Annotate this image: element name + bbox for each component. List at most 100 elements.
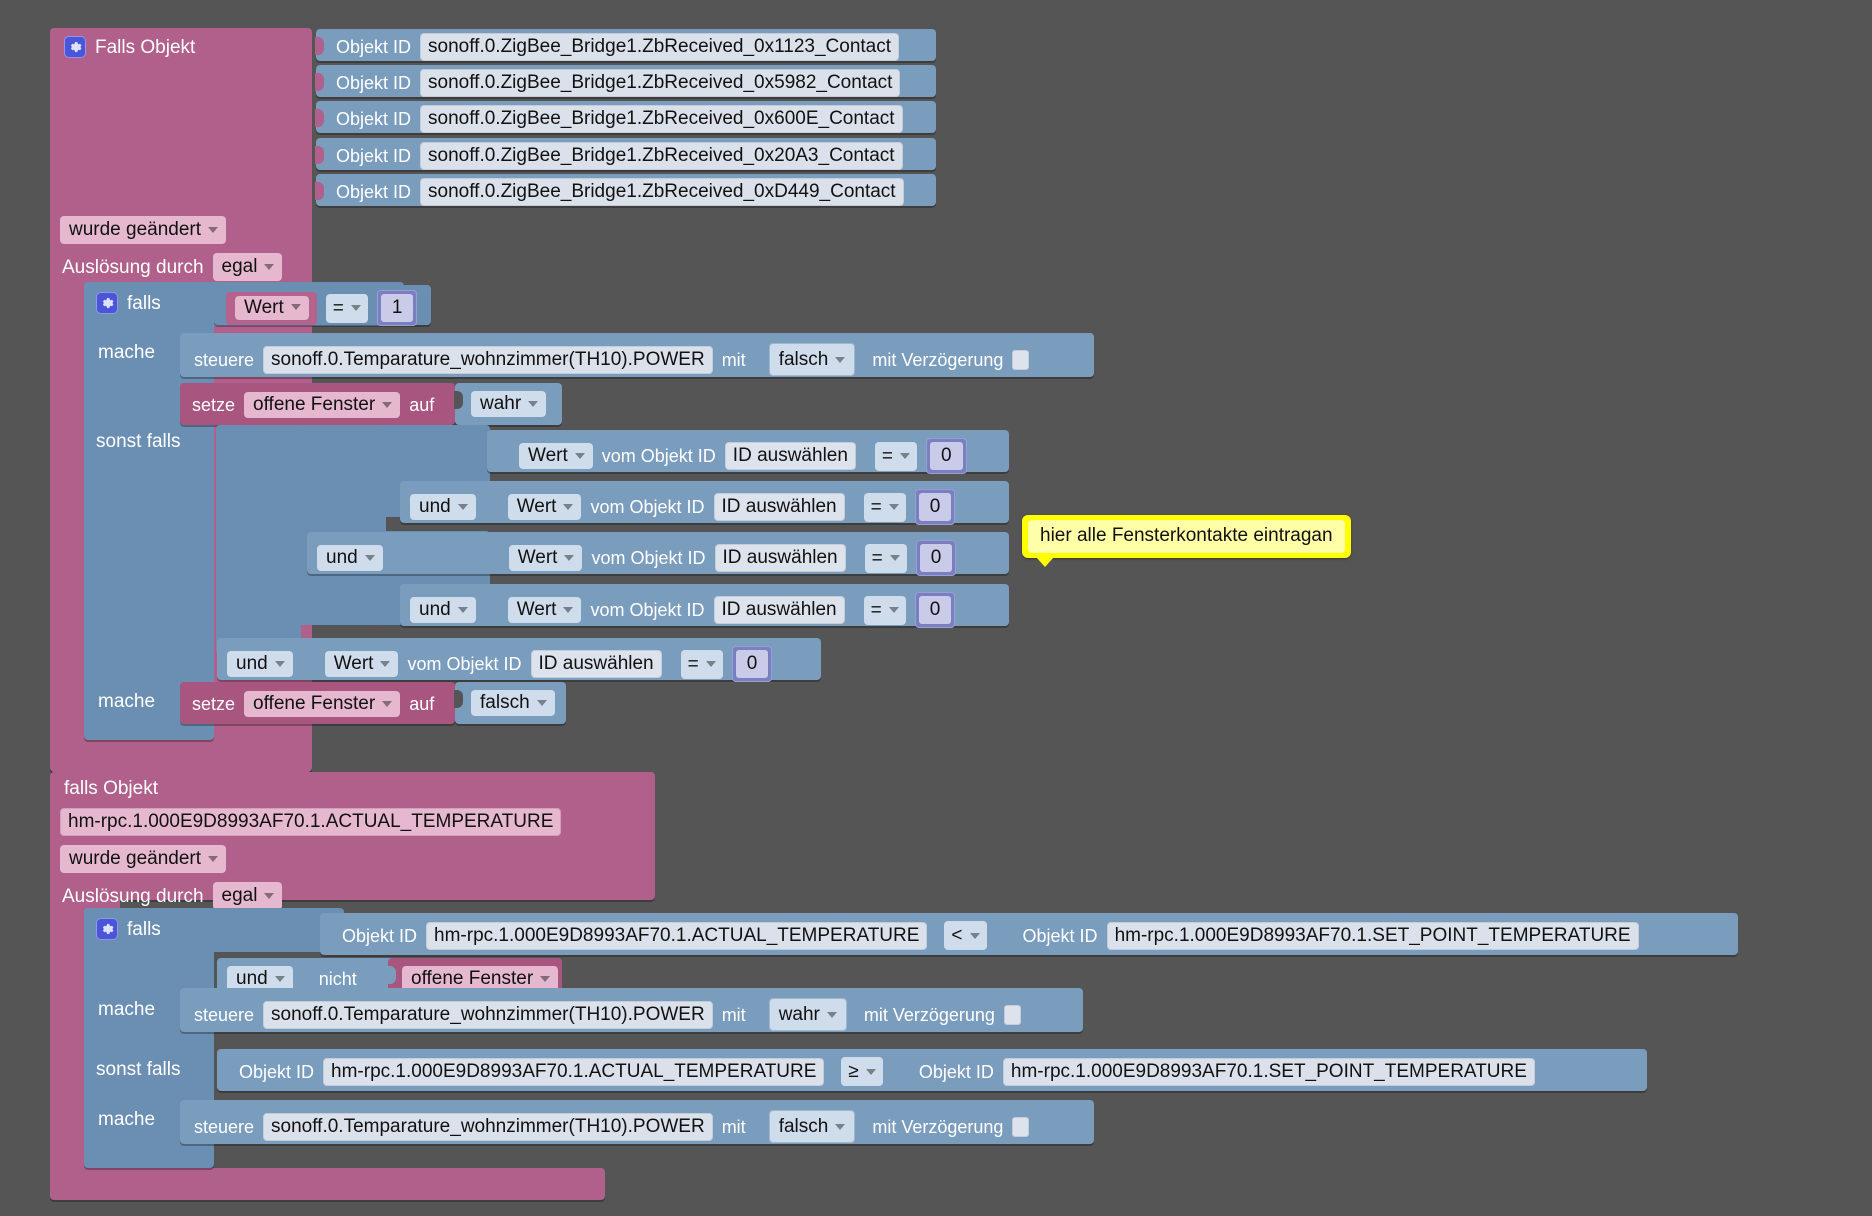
object-id-row-2[interactable]: Objekt ID sonoff.0.ZigBee_Bridge1.ZbRece… <box>315 101 936 133</box>
object-id-row-1[interactable]: Objekt ID sonoff.0.ZigBee_Bridge1.ZbRece… <box>315 65 936 97</box>
from-object-label: vom Objekt ID <box>590 600 705 620</box>
change-mode-dropdown[interactable]: wurde geändert <box>60 216 227 244</box>
object-id-value[interactable]: sonoff.0.ZigBee_Bridge1.ZbReceived_0xD44… <box>420 178 904 206</box>
operator-dropdown[interactable]: = <box>863 595 906 625</box>
number-block[interactable]: 0 <box>915 540 957 576</box>
steuere-value-dropdown[interactable]: falsch <box>768 1110 856 1143</box>
object-id-picker[interactable]: ID auswählen <box>714 544 846 572</box>
condition-compare-a[interactable]: Objekt ID hm-rpc.1.000E9D8993AF70.1.ACTU… <box>320 913 1738 955</box>
wert-dropdown[interactable]: Wert <box>226 291 317 325</box>
wert-label: Wert <box>528 445 568 466</box>
object-id-row-4[interactable]: Objekt ID sonoff.0.ZigBee_Bridge1.ZbRece… <box>315 174 936 206</box>
setze-value-2[interactable]: falsch <box>454 682 566 724</box>
number-block[interactable]: 1 <box>376 290 418 326</box>
number-value[interactable]: 0 <box>919 544 953 572</box>
gear-icon[interactable] <box>96 292 118 314</box>
object-id-row-3[interactable]: Objekt ID sonoff.0.ZigBee_Bridge1.ZbRece… <box>315 138 936 170</box>
trigger-mode-dropdown[interactable]: egal <box>212 882 283 910</box>
object-id-row-0[interactable]: Objekt ID sonoff.0.ZigBee_Bridge1.ZbRece… <box>315 29 936 61</box>
statement-steuere-3[interactable]: steuere sonoff.0.Temparature_wohnzimmer(… <box>180 1100 1094 1144</box>
number-block[interactable]: 0 <box>926 438 967 474</box>
object-id-picker[interactable]: ID auswählen <box>724 442 856 470</box>
comment-balloon[interactable]: hier alle Fensterkontakte eintragan <box>1022 515 1351 567</box>
object-id-value[interactable]: sonoff.0.ZigBee_Bridge1.ZbReceived_0x600… <box>420 105 903 133</box>
steuere-value: falsch <box>778 1116 829 1137</box>
elseif-condition-row-3[interactable]: und Wert vom Objekt ID ID auswählen = 0 <box>400 584 1009 628</box>
condition-wert-equals-1[interactable]: Wert = 1 <box>214 285 431 326</box>
wert-dropdown[interactable]: Wert <box>507 494 582 520</box>
variable-dropdown[interactable]: offene Fenster <box>244 392 401 418</box>
operator-dropdown[interactable]: = <box>325 293 368 323</box>
number-block[interactable]: 0 <box>731 646 773 682</box>
number-value[interactable]: 0 <box>930 442 963 470</box>
delay-checkbox[interactable] <box>1012 349 1030 370</box>
and-dropdown[interactable]: und <box>410 597 476 623</box>
left-object-id-value[interactable]: hm-rpc.1.000E9D8993AF70.1.ACTUAL_TEMPERA… <box>426 921 928 950</box>
operator-dropdown[interactable]: = <box>874 441 918 471</box>
gear-icon[interactable] <box>96 918 118 940</box>
setze-value-label: wahr <box>480 393 522 414</box>
wert-dropdown[interactable]: Wert <box>519 443 593 469</box>
statement-setze-2[interactable]: setze offene Fenster auf <box>180 682 455 724</box>
object-id-picker[interactable]: ID auswählen <box>713 493 845 521</box>
variable-label: offene Fenster <box>411 968 534 989</box>
object-id-value[interactable]: sonoff.0.ZigBee_Bridge1.ZbReceived_0x598… <box>420 69 901 97</box>
left-object-id-value[interactable]: hm-rpc.1.000E9D8993AF70.1.ACTUAL_TEMPERA… <box>323 1057 825 1086</box>
blockly-workspace[interactable]: Falls Objekt Objekt ID sonoff.0.ZigBee_B… <box>0 0 1872 1216</box>
object-id-value[interactable]: sonoff.0.ZigBee_Bridge1.ZbReceived_0x112… <box>420 33 900 61</box>
operator-dropdown[interactable]: < <box>944 921 987 950</box>
chevron-down-icon <box>889 555 900 561</box>
wert-dropdown[interactable]: Wert <box>507 597 582 623</box>
chevron-down-icon <box>208 226 219 233</box>
trigger-mode-dropdown[interactable]: egal <box>212 253 283 281</box>
steuere-target[interactable]: sonoff.0.Temparature_wohnzimmer(TH10).PO… <box>263 1000 713 1029</box>
setze-value-dropdown[interactable]: falsch <box>471 690 555 716</box>
variable-dropdown[interactable]: offene Fenster <box>244 691 401 717</box>
statement-setze-1[interactable]: setze offene Fenster auf <box>180 383 455 425</box>
wert-dropdown[interactable]: Wert <box>508 545 583 571</box>
operator-dropdown[interactable]: = <box>680 649 723 679</box>
steuere-value-dropdown[interactable]: wahr <box>768 998 847 1031</box>
number-block[interactable]: 0 <box>914 592 956 628</box>
elseif-condition-row-4[interactable]: und Wert vom Objekt ID ID auswählen = 0 <box>217 638 821 682</box>
steuere-target[interactable]: sonoff.0.Temparature_wohnzimmer(TH10).PO… <box>263 1112 713 1141</box>
statement-steuere-1[interactable]: steuere sonoff.0.Temparature_wohnzimmer(… <box>180 333 1094 377</box>
and-dropdown[interactable]: und <box>227 651 293 677</box>
event-block-2-object-id[interactable]: hm-rpc.1.000E9D8993AF70.1.ACTUAL_TEMPERA… <box>60 808 562 836</box>
right-object-id-value[interactable]: hm-rpc.1.000E9D8993AF70.1.SET_POINT_TEMP… <box>1106 921 1639 950</box>
number-block[interactable]: 0 <box>914 489 956 525</box>
object-id-label: Objekt ID <box>336 73 412 93</box>
setze-value-1[interactable]: wahr <box>454 383 562 425</box>
elseif-condition-compare[interactable]: Objekt ID hm-rpc.1.000E9D8993AF70.1.ACTU… <box>217 1049 1647 1091</box>
chevron-down-icon <box>888 607 899 613</box>
steuere-value-dropdown[interactable]: falsch <box>768 343 856 376</box>
right-object-id-value[interactable]: hm-rpc.1.000E9D8993AF70.1.SET_POINT_TEMP… <box>1002 1057 1535 1086</box>
delay-checkbox[interactable] <box>1003 1004 1021 1025</box>
and-dropdown[interactable]: und <box>317 545 383 571</box>
steuere-target[interactable]: sonoff.0.Temparature_wohnzimmer(TH10).PO… <box>263 345 713 374</box>
number-value[interactable]: 0 <box>735 650 769 678</box>
trigger-label: Auslösung durch <box>62 885 204 907</box>
number-value[interactable]: 0 <box>918 493 952 521</box>
number-value[interactable]: 1 <box>380 294 414 322</box>
elseif-condition-row-2[interactable]: und Wert vom Objekt ID ID auswählen = 0 <box>307 532 1009 576</box>
number-value[interactable]: 0 <box>918 596 952 624</box>
object-id-value[interactable]: sonoff.0.ZigBee_Bridge1.ZbReceived_0x20A… <box>420 142 903 170</box>
delay-checkbox[interactable] <box>1012 1116 1030 1137</box>
chevron-down-icon <box>574 452 585 459</box>
operator-dropdown[interactable]: = <box>863 492 906 522</box>
object-id-picker[interactable]: ID auswählen <box>713 596 845 624</box>
gear-icon[interactable] <box>64 36 86 58</box>
operator-dropdown[interactable]: ≥ <box>841 1057 883 1086</box>
operator-dropdown[interactable]: = <box>864 543 907 573</box>
wert-dropdown[interactable]: Wert <box>324 651 399 677</box>
object-id-picker[interactable]: ID auswählen <box>530 650 662 678</box>
setze-value-dropdown[interactable]: wahr <box>471 391 547 417</box>
chevron-down-icon <box>380 660 391 667</box>
elseif-condition-row-1[interactable]: und Wert vom Objekt ID ID auswählen = 0 <box>400 481 1009 525</box>
wert-dropdown-inner: Wert <box>235 295 309 320</box>
elseif-condition-row-0[interactable]: Wert vom Objekt ID ID auswählen = 0 <box>487 430 1009 474</box>
and-dropdown[interactable]: und <box>410 494 476 520</box>
statement-steuere-2[interactable]: steuere sonoff.0.Temparature_wohnzimmer(… <box>180 988 1083 1032</box>
change-mode-dropdown-2[interactable]: wurde geändert <box>60 845 227 873</box>
